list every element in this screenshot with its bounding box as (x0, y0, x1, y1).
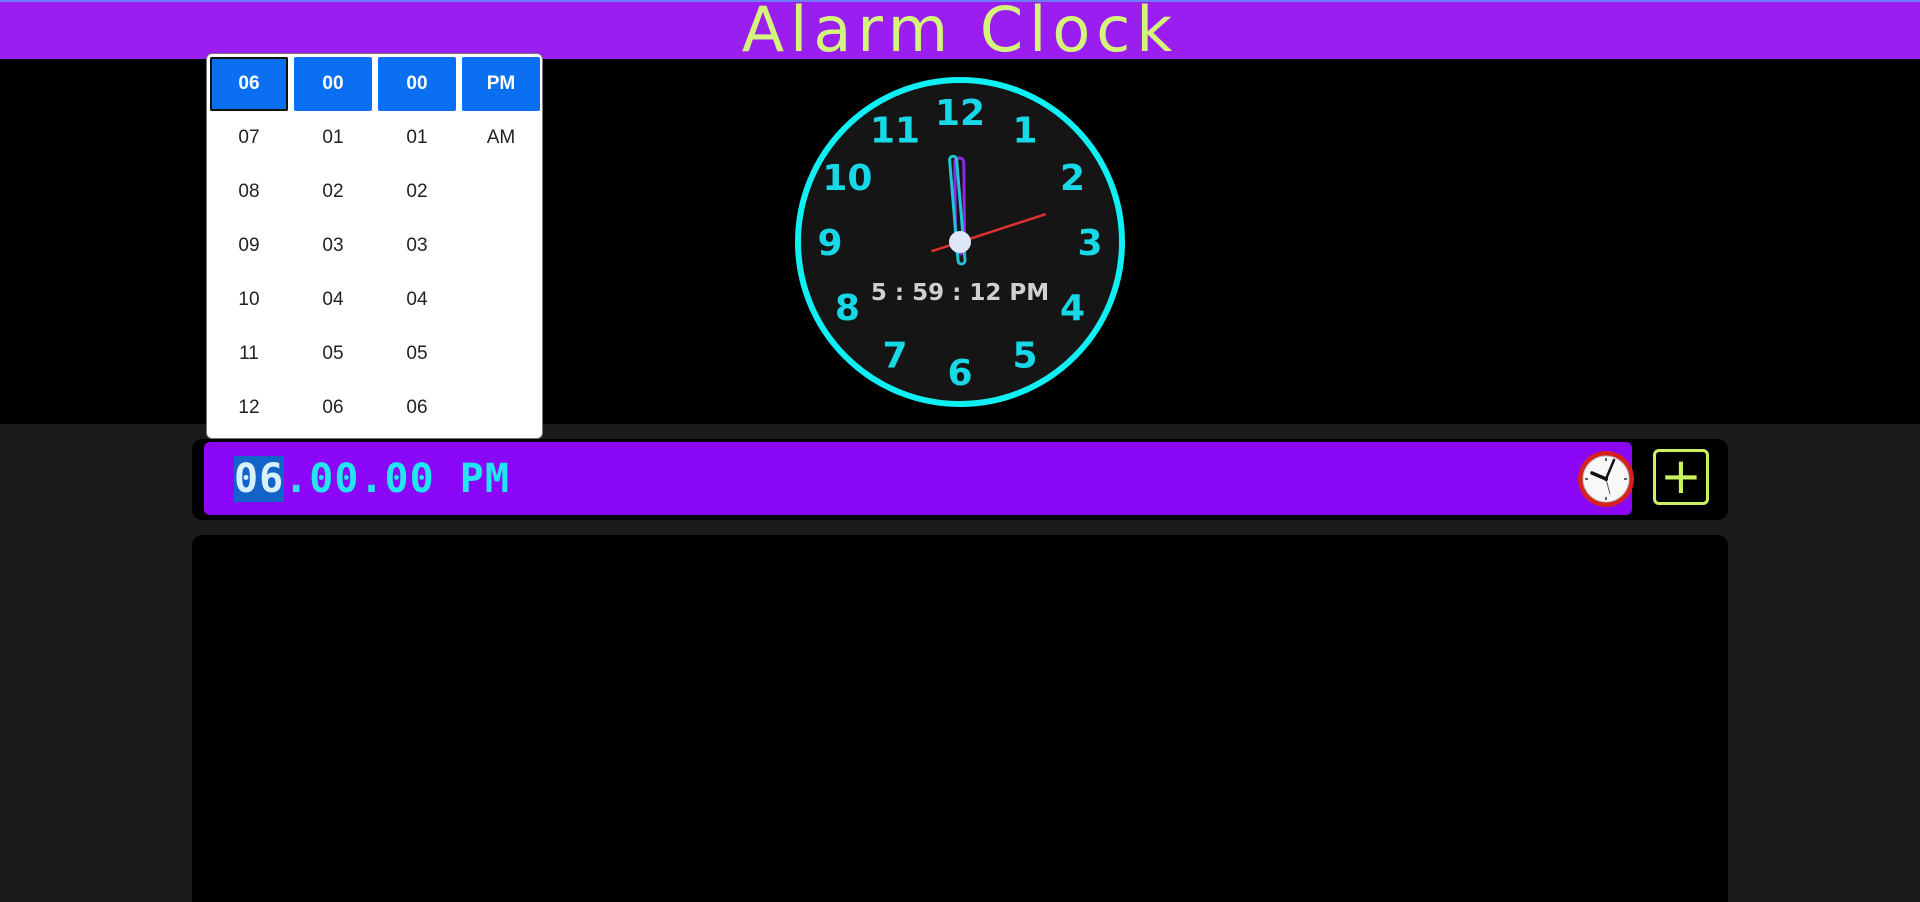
picker-option[interactable]: 09 (210, 219, 288, 273)
second-segment[interactable]: 00 (385, 456, 435, 502)
separator: . (284, 456, 310, 502)
picker-option[interactable]: 11 (210, 327, 288, 381)
hour-segment[interactable]: 06 (234, 456, 285, 502)
picker-option[interactable]: 02 (378, 165, 456, 219)
picker-option[interactable]: 06 (210, 57, 288, 111)
clock-numeral: 6 (947, 353, 972, 394)
minute-segment[interactable]: 00 (309, 456, 359, 502)
picker-option[interactable]: 05 (378, 327, 456, 381)
clock-numeral: 9 (817, 223, 842, 264)
clock-numeral: 12 (935, 93, 985, 134)
picker-option[interactable]: AM (462, 111, 540, 165)
clock-pivot (949, 231, 971, 253)
clock-numeral: 1 (1012, 110, 1037, 151)
app-title: Alarm Clock (741, 0, 1179, 66)
clock-numeral: 8 (835, 288, 860, 329)
app-header: Alarm Clock (0, 0, 1920, 66)
hour-column[interactable]: 06 07 08 09 10 11 12 (210, 57, 288, 435)
minute-column[interactable]: 00 01 02 03 04 05 06 (294, 57, 372, 435)
picker-option[interactable]: 00 (294, 57, 372, 111)
picker-option[interactable]: 04 (294, 273, 372, 327)
meridiem-segment[interactable]: PM (460, 456, 510, 502)
alarm-time-input[interactable]: 06.00.00 PM (204, 442, 1634, 515)
clock-numeral: 3 (1077, 223, 1102, 264)
picker-option[interactable]: 06 (294, 381, 372, 435)
alarm-input-bar: 06.00.00 PM + (192, 439, 1728, 520)
time-picker-dropdown: 06 07 08 09 10 11 12 00 01 02 03 04 05 06 00 01 02 03 04… (206, 53, 543, 439)
picker-option[interactable]: PM (462, 57, 540, 111)
clock-numeral: 4 (1060, 288, 1085, 329)
digital-time-readout: 5 : 59 : 12 PM (871, 280, 1049, 306)
picker-option[interactable]: 10 (210, 273, 288, 327)
alarm-time-value[interactable]: 06.00.00 PM (234, 456, 510, 502)
clock-numeral: 7 (882, 336, 907, 377)
clock-icon[interactable] (1576, 449, 1636, 509)
picker-option[interactable]: 08 (210, 165, 288, 219)
clock-numeral: 10 (822, 158, 872, 199)
analog-clock: 12 1 2 3 4 5 6 7 8 9 10 11 5 : 59 : 12 PM (792, 74, 1128, 410)
picker-option[interactable]: 01 (378, 111, 456, 165)
alarm-list (192, 535, 1728, 902)
add-alarm-button[interactable]: + (1653, 449, 1709, 505)
picker-option[interactable]: 01 (294, 111, 372, 165)
separator: . (359, 456, 385, 502)
clock-numeral: 2 (1060, 158, 1085, 199)
picker-option[interactable]: 05 (294, 327, 372, 381)
picker-option[interactable]: 04 (378, 273, 456, 327)
second-column[interactable]: 00 01 02 03 04 05 06 (378, 57, 456, 435)
picker-option[interactable]: 03 (294, 219, 372, 273)
analog-clock-face: 12 12 3 45678 9 10 11 5 : 59 : 12 PM (795, 77, 1125, 407)
picker-option[interactable]: 06 (378, 381, 456, 435)
picker-option[interactable]: 12 (210, 381, 288, 435)
picker-option[interactable]: 03 (378, 219, 456, 273)
picker-option[interactable]: 02 (294, 165, 372, 219)
clock-numeral: 11 (870, 110, 920, 151)
picker-option[interactable]: 00 (378, 57, 456, 111)
meridiem-column[interactable]: PM AM (462, 57, 540, 165)
clock-numeral: 5 (1012, 336, 1037, 377)
picker-option[interactable]: 07 (210, 111, 288, 165)
